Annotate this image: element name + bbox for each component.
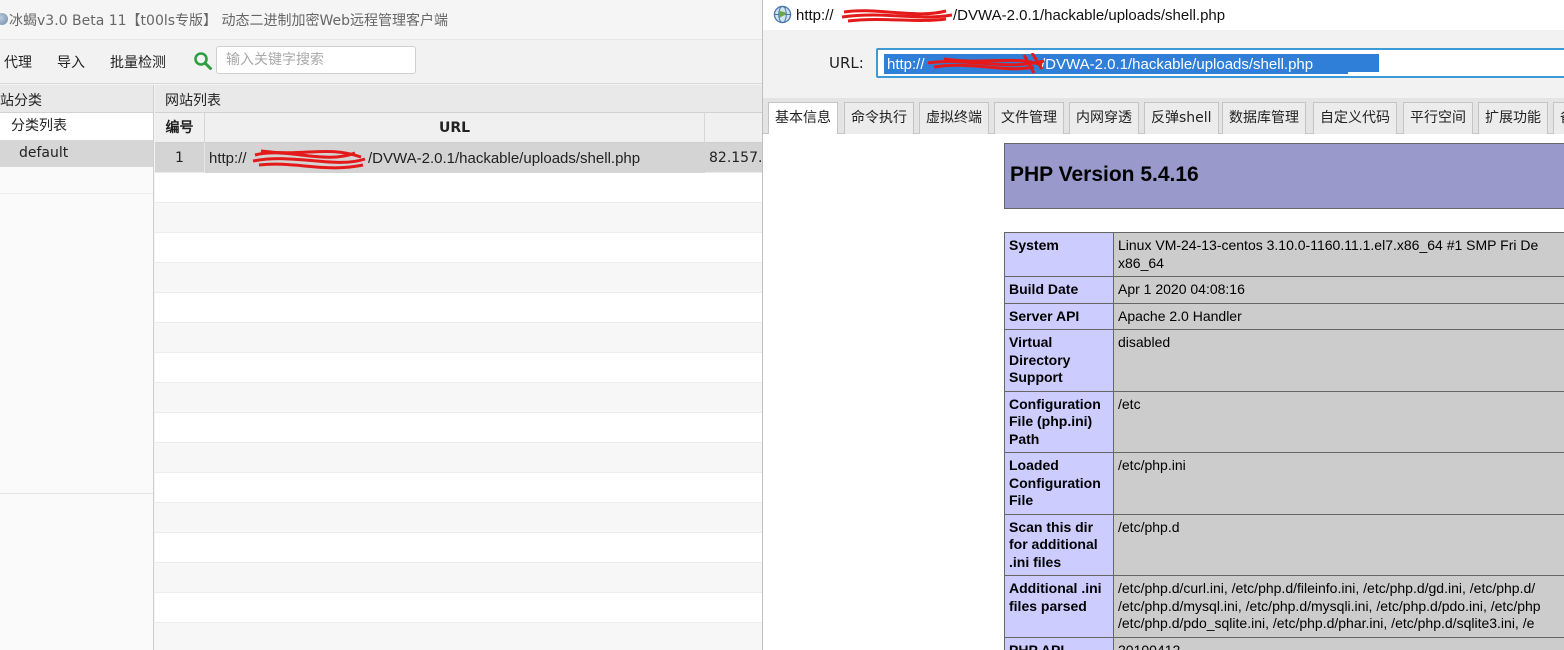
phpinfo-value: /etc/php.ini: [1113, 452, 1564, 515]
phpinfo-row: Configuration File (php.ini) Path/etc: [1004, 390, 1564, 453]
table-row-empty: [155, 503, 762, 533]
table-row-empty: [155, 593, 762, 623]
table-row-empty: [155, 323, 762, 353]
url-label: URL:: [829, 54, 864, 72]
phpinfo-value: 20100412: [1113, 636, 1564, 650]
phpinfo-key: Virtual Directory Support: [1004, 329, 1114, 392]
category-panel-header: 网站分类: [0, 85, 153, 113]
tab-file-manager[interactable]: 文件管理: [994, 102, 1064, 134]
phpinfo-value: Apache 2.0 Handler: [1113, 302, 1564, 330]
category-panel-title: 网站分类: [0, 93, 42, 109]
phpinfo-view: PHP Version 5.4.16 System Linux VM-24-13-…: [763, 134, 1564, 650]
tab-virtual-terminal[interactable]: 虚拟终端: [919, 102, 989, 134]
category-tree-root[interactable]: 分类列表: [0, 113, 153, 140]
table-row-empty: [155, 293, 762, 323]
table-row-empty: [155, 563, 762, 593]
app-logo-icon: [0, 13, 8, 25]
window-title: 冰蝎v3.0 Beta 11【t00ls专版】 动态二进制加密Web远程管理客户…: [9, 13, 449, 29]
site-list-header: 网站列表: [155, 85, 762, 113]
phpinfo-value: disabled: [1113, 329, 1564, 392]
main-titlebar: 冰蝎v3.0 Beta 11【t00ls专版】 动态二进制加密Web远程管理客户…: [0, 0, 762, 40]
phpinfo-row: PHP API 20100412: [1004, 636, 1564, 650]
phpinfo-row: Additional .ini files parsed/etc/php.d/c…: [1004, 575, 1564, 638]
tab-parallel-space[interactable]: 平行空间: [1403, 102, 1473, 134]
tab-reverse-shell[interactable]: 反弹shell: [1144, 102, 1219, 134]
tab-custom-code[interactable]: 自定义代码: [1313, 102, 1397, 134]
phpinfo-row: Loaded Configuration File/etc/php.ini: [1004, 452, 1564, 515]
row-url-text: http://██.███.███.███/DVWA-2.0.1/hackabl…: [209, 150, 668, 166]
php-version-title: PHP Version 5.4.16: [1010, 163, 1199, 186]
row-url: http://██.███.███.███/DVWA-2.0.1/hackabl…: [205, 143, 705, 173]
table-row-empty: [155, 413, 762, 443]
category-empty-row: [0, 167, 153, 194]
table-row[interactable]: 1 http://██.███.███.███/DVWA-2.0.1/hacka…: [155, 143, 762, 173]
table-row-empty: [155, 533, 762, 563]
phpinfo-row: Scan this dir for additional .ini files /…: [1004, 513, 1564, 576]
table-row-empty: [155, 623, 762, 650]
toolbar: 代理 导入 批量检测: [0, 40, 762, 84]
tab-command-exec[interactable]: 命令执行: [844, 102, 914, 134]
search-input[interactable]: [216, 46, 416, 74]
site-table-header: 编号 URL: [155, 113, 762, 143]
main-window: 冰蝎v3.0 Beta 11【t00ls专版】 动态二进制加密Web远程管理客户…: [0, 0, 762, 650]
tab-backup[interactable]: 备: [1553, 102, 1564, 134]
phpinfo-value: /etc/php.d: [1113, 513, 1564, 576]
table-row-empty: [155, 233, 762, 263]
phpinfo-table: System Linux VM-24-13-centos 3.10.0-1160.…: [1004, 232, 1564, 650]
category-empty-area: [0, 194, 153, 494]
tab-bar: 基本信息 命令执行 虚拟终端 文件管理 内网穿透 反弹shell 数据库管理 自…: [763, 98, 1564, 135]
category-item-default[interactable]: default: [0, 140, 153, 167]
shell-window: http://██.███.███.███/DVWA-2.0.1/hackabl…: [762, 0, 1564, 650]
import-button[interactable]: 导入: [57, 52, 85, 72]
phpinfo-value: Apr 1 2020 04:08:16: [1113, 276, 1564, 304]
search-icon[interactable]: [193, 51, 213, 71]
url-input-value: http://██.███.███.███/DVWA-2.0.1/hackabl…: [886, 54, 1380, 72]
table-row-empty: [155, 173, 762, 203]
phpinfo-key: Scan this dir for additional .ini files: [1004, 513, 1114, 576]
proxy-button[interactable]: 代理: [4, 52, 32, 72]
table-row-empty: [155, 383, 762, 413]
column-header-ip[interactable]: [705, 113, 762, 143]
table-row-empty: [155, 263, 762, 293]
table-row-empty: [155, 353, 762, 383]
phpinfo-key: Build Date: [1004, 276, 1114, 304]
url-input[interactable]: http://██.███.███.███/DVWA-2.0.1/hackabl…: [876, 48, 1564, 78]
column-header-url[interactable]: URL: [205, 113, 705, 143]
phpinfo-key: System: [1004, 232, 1114, 277]
phpinfo-value: /etc: [1113, 390, 1564, 453]
globe-icon: [773, 5, 792, 24]
phpinfo-key: Loaded Configuration File: [1004, 452, 1114, 515]
table-row-empty: [155, 203, 762, 233]
phpinfo-row: System Linux VM-24-13-centos 3.10.0-1160.…: [1004, 232, 1564, 277]
shell-title-text: http://██.███.███.███/DVWA-2.0.1/hackabl…: [796, 5, 1288, 23]
table-row-empty: [155, 473, 762, 503]
batch-check-button[interactable]: 批量检测: [110, 52, 166, 72]
table-row-empty: [155, 443, 762, 473]
phpinfo-row: Virtual Directory Support disabled: [1004, 329, 1564, 392]
phpinfo-row: Server API Apache 2.0 Handler: [1004, 302, 1564, 330]
category-panel: 网站分类 分类列表 default: [0, 85, 154, 650]
phpinfo-row: Build Date Apr 1 2020 04:08:16: [1004, 276, 1564, 304]
phpinfo-value: /etc/php.d/curl.ini, /etc/php.d/fileinfo…: [1113, 575, 1564, 638]
phpinfo-key: Additional .ini files parsed: [1004, 575, 1114, 638]
row-ip: 82.157.: [709, 150, 762, 166]
tab-intranet-tunnel[interactable]: 内网穿透: [1069, 102, 1139, 134]
tab-database-manager[interactable]: 数据库管理: [1222, 102, 1306, 134]
phpinfo-key: Server API: [1004, 302, 1114, 330]
row-number: 1: [155, 143, 205, 173]
url-bar: URL: http://██.███.███.███/DVWA-2.0.1/ha…: [763, 30, 1564, 98]
phpinfo-key: Configuration File (php.ini) Path: [1004, 390, 1114, 453]
shell-window-title: http://██.███.███.███/DVWA-2.0.1/hackabl…: [796, 5, 1287, 23]
tab-basic-info[interactable]: 基本信息: [768, 102, 838, 135]
shell-titlebar: http://██.███.███.███/DVWA-2.0.1/hackabl…: [763, 0, 1564, 30]
tab-extensions[interactable]: 扩展功能: [1478, 102, 1548, 134]
phpinfo-value: Linux VM-24-13-centos 3.10.0-1160.11.1.e…: [1113, 232, 1564, 277]
column-header-number[interactable]: 编号: [155, 113, 205, 143]
site-list-panel: 网站列表 编号 URL 1 http://██.███.███.███/DVWA…: [155, 85, 762, 650]
phpinfo-key: PHP API: [1004, 636, 1114, 650]
php-version-header: PHP Version 5.4.16: [1004, 143, 1564, 209]
